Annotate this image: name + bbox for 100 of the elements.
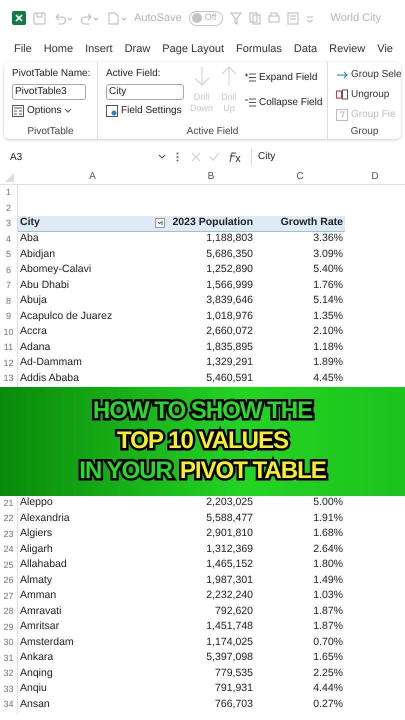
menu-tab[interactable]: Insert: [85, 40, 113, 58]
row-number[interactable]: 27: [3, 590, 14, 603]
table-cell-text: 1.87%: [313, 619, 343, 634]
column-heading: 2023 Population: [172, 215, 253, 230]
row-number[interactable]: 28: [3, 605, 14, 618]
table-cell-text: 0.70%: [313, 634, 343, 650]
column-heading: City: [20, 215, 40, 230]
group-caption: Group: [350, 124, 378, 138]
row-number[interactable]: 23: [3, 528, 14, 541]
menu-tab[interactable]: Page Layout: [162, 40, 224, 58]
table-cell-text: 1,312,369: [206, 542, 253, 557]
table-cell-text: 1.65%: [313, 650, 343, 666]
table-cell-text: Amritsar: [20, 619, 60, 634]
print-icon[interactable]: [268, 12, 280, 24]
table-cell-text: 5,588,477: [206, 510, 253, 526]
column-header[interactable]: A: [89, 169, 96, 184]
options-button[interactable]: Options: [12, 103, 90, 118]
collapse-icon[interactable]: [245, 98, 256, 107]
table-cell-text: 1.76%: [313, 278, 343, 293]
document-icon[interactable]: [107, 12, 127, 24]
row-number[interactable]: 13: [3, 372, 14, 386]
formula-field[interactable]: City: [251, 148, 401, 166]
row-number[interactable]: 9: [6, 310, 11, 324]
table-cell-text: 1,018,976: [206, 308, 253, 324]
pivottable-name-field[interactable]: PivotTable3: [12, 84, 86, 100]
row-number[interactable]: 34: [3, 698, 14, 712]
table-cell-text: Anqiu: [20, 681, 47, 696]
expand-icon[interactable]: [245, 73, 256, 82]
row-number[interactable]: 22: [3, 512, 14, 526]
table-cell-text: 1.91%: [313, 510, 343, 526]
row-number[interactable]: 1: [6, 186, 11, 200]
row-number[interactable]: 11: [4, 341, 14, 354]
menu-tab[interactable]: Home: [44, 40, 74, 58]
row-number[interactable]: 30: [3, 636, 14, 650]
row-number[interactable]: 32: [3, 667, 14, 680]
field-label: Active Field:: [106, 67, 162, 81]
caret-icon[interactable]: [64, 108, 72, 114]
active-field-field[interactable]: City: [106, 84, 184, 100]
column-header[interactable]: D: [371, 169, 379, 184]
undo-icon[interactable]: [53, 12, 73, 24]
settings-icon[interactable]: [106, 104, 118, 116]
row-number[interactable]: 21: [3, 496, 14, 510]
filter-dropdown-icon[interactable]: [155, 218, 165, 228]
row-number[interactable]: 8: [6, 294, 11, 308]
row-number[interactable]: 10: [3, 326, 14, 339]
table-cell-text: Allahabad: [20, 557, 67, 572]
table-cell-text: Acapulco de Juarez: [20, 308, 112, 324]
row-number[interactable]: 29: [3, 620, 14, 634]
row-number[interactable]: 7: [6, 279, 11, 292]
row-number[interactable]: 4: [6, 232, 11, 246]
caret-icon[interactable]: [158, 154, 166, 160]
group-button[interactable]: Ungroup: [336, 87, 401, 102]
menu-tab[interactable]: Data: [294, 40, 318, 58]
menu-tab[interactable]: Review: [329, 40, 366, 58]
table-cell-text: 1.18%: [313, 340, 343, 355]
row-number[interactable]: 33: [3, 682, 14, 696]
excel-logo-icon[interactable]: [12, 11, 26, 25]
field-settings-button[interactable]: Field Settings: [106, 103, 184, 118]
save-icon[interactable]: [33, 12, 46, 24]
group-button[interactable]: Group Sele: [336, 67, 401, 82]
arrow-down-icon: [192, 66, 212, 86]
options-icon[interactable]: [12, 104, 24, 116]
column-header[interactable]: C: [296, 169, 304, 184]
menu-tab[interactable]: File: [14, 40, 32, 58]
table-cell-text: Amman: [20, 588, 56, 604]
table-cell-text: 1,451,748: [206, 619, 253, 634]
column-header[interactable]: B: [208, 169, 214, 184]
row-number[interactable]: 2: [6, 202, 11, 215]
form-icon[interactable]: [286, 12, 299, 24]
row-number[interactable]: 31: [3, 652, 14, 665]
menu-tab[interactable]: Draw: [124, 40, 150, 58]
ungroup-icon[interactable]: [336, 88, 348, 100]
copy-icon[interactable]: [248, 12, 261, 24]
menu-tab[interactable]: Vie: [377, 40, 393, 58]
row-number[interactable]: 12: [3, 356, 14, 370]
collapse-field-button[interactable]: Collapse Field: [245, 95, 322, 110]
row-number[interactable]: 25: [3, 558, 14, 572]
cancel-icon[interactable]: [191, 152, 201, 162]
row-number[interactable]: 24: [3, 543, 14, 556]
redo-icon[interactable]: [80, 12, 100, 24]
table-cell-text: 5,460,591: [206, 370, 253, 386]
table-cell-text: Ad-Dammam: [20, 355, 82, 370]
menu-tab[interactable]: Formulas: [236, 40, 282, 58]
row-number[interactable]: 26: [3, 574, 14, 588]
table-cell-text: Aba: [20, 231, 39, 246]
row-number[interactable]: 3: [6, 217, 11, 230]
table-cell-text: Aleppo: [20, 495, 53, 510]
row-number[interactable]: 5: [6, 248, 11, 262]
check-icon[interactable]: [209, 152, 219, 162]
table-cell-text: 1.03%: [313, 588, 343, 604]
arrow-right-icon[interactable]: [336, 68, 348, 80]
table-cell-text: 1,188,803: [206, 231, 253, 246]
filter-icon[interactable]: [230, 12, 242, 24]
row-number[interactable]: 6: [6, 264, 11, 277]
table-cell-text: 2,232,240: [206, 588, 253, 604]
table-cell-text: 2,203,025: [206, 495, 253, 510]
table-cell-text: Addis Ababa: [20, 370, 79, 386]
insert-function-icon[interactable]: [227, 151, 241, 163]
more-icon[interactable]: [176, 152, 179, 162]
expand-field-button[interactable]: Expand Field: [245, 70, 322, 85]
